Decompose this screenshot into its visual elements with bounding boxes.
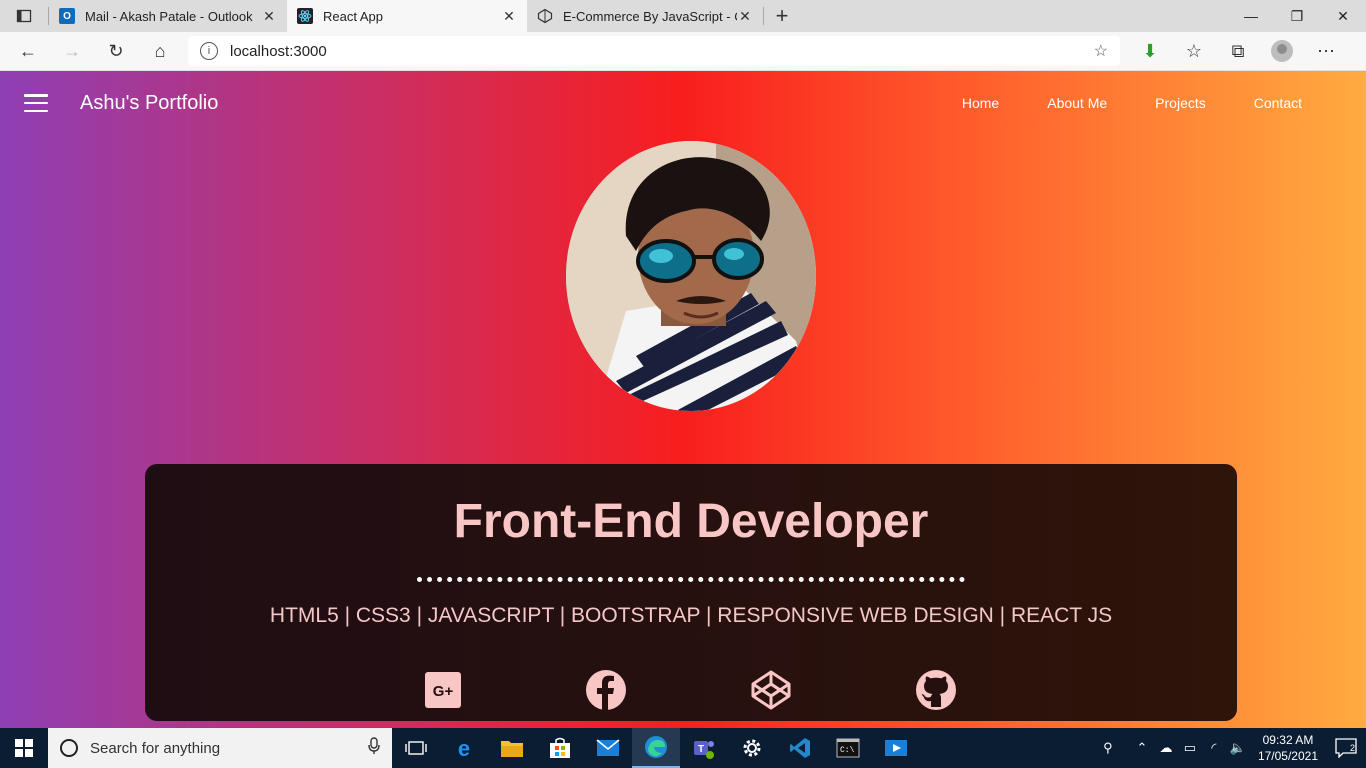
svg-text:T: T bbox=[698, 744, 704, 755]
nav-home[interactable]: Home bbox=[962, 95, 999, 111]
browser-tab-strip: O Mail - Akash Patale - Outlook ✕ React … bbox=[0, 0, 1366, 32]
nav-about-me[interactable]: About Me bbox=[1047, 95, 1107, 111]
window-controls: — ❐ ✕ bbox=[1228, 0, 1366, 32]
skills-list: HTML5 | CSS3 | JAVASCRIPT | BOOTSTRAP | … bbox=[269, 604, 1113, 627]
collections-icon[interactable]: ⧉ bbox=[1216, 35, 1260, 67]
edge-browser-icon[interactable] bbox=[632, 728, 680, 768]
back-icon[interactable]: ← bbox=[6, 35, 50, 67]
mail-icon[interactable] bbox=[584, 728, 632, 768]
tab-actions-icon[interactable] bbox=[0, 0, 48, 32]
cortana-icon bbox=[60, 739, 78, 757]
hamburger-menu-icon[interactable] bbox=[24, 94, 48, 112]
minimize-icon[interactable]: — bbox=[1228, 0, 1274, 32]
toolbar-right: ⬇ ☆ ⧉ ⋯ bbox=[1128, 35, 1348, 67]
svg-text:G+: G+ bbox=[433, 683, 454, 700]
headline: Front-End Developer bbox=[453, 495, 929, 548]
svg-text:e: e bbox=[458, 736, 470, 760]
teams-icon[interactable]: T bbox=[680, 728, 728, 768]
home-icon[interactable]: ⌂ bbox=[138, 35, 182, 67]
nav-contact[interactable]: Contact bbox=[1254, 95, 1302, 111]
nav-links: Home About Me Projects Contact bbox=[914, 95, 1302, 111]
close-window-icon[interactable]: ✕ bbox=[1320, 0, 1366, 32]
network-icon[interactable]: ◜ bbox=[1202, 740, 1226, 756]
codepen-icon[interactable] bbox=[751, 670, 791, 710]
hero-card: Front-End Developer HTML5 | CSS3 | JAVAS… bbox=[145, 464, 1237, 721]
close-icon[interactable]: ✕ bbox=[501, 8, 517, 25]
outlook-icon: O bbox=[59, 8, 75, 24]
tab-codepen[interactable]: E-Commerce By JavaScript - Cod ✕ bbox=[527, 0, 763, 32]
battery-icon[interactable]: ▭ bbox=[1178, 740, 1202, 756]
social-links: G+ bbox=[145, 670, 1237, 714]
show-hidden-icons-icon[interactable]: ⌃ bbox=[1130, 740, 1154, 756]
task-view-icon[interactable] bbox=[392, 728, 440, 768]
site-navbar: Ashu's Portfolio Home About Me Projects … bbox=[0, 71, 1366, 135]
vscode-icon[interactable] bbox=[776, 728, 824, 768]
facebook-icon[interactable] bbox=[586, 670, 626, 710]
notification-count: 2 bbox=[1350, 743, 1355, 753]
terminal-icon[interactable]: C:\ bbox=[824, 728, 872, 768]
url-text[interactable]: localhost:3000 bbox=[230, 43, 1094, 60]
refresh-icon[interactable]: ↻ bbox=[94, 35, 138, 67]
volume-icon[interactable]: 🔈 bbox=[1226, 740, 1250, 756]
download-icon[interactable]: ⬇ bbox=[1128, 35, 1172, 67]
tab-react-app[interactable]: React App ✕ bbox=[287, 0, 527, 32]
close-icon[interactable]: ✕ bbox=[261, 8, 277, 25]
windows-start-icon[interactable] bbox=[0, 728, 48, 768]
onedrive-icon[interactable]: ☁ bbox=[1154, 740, 1178, 756]
react-icon bbox=[297, 8, 313, 24]
system-tray: ⚲ ⌃ ☁ ▭ ◜ 🔈 09:32 AM 17/05/2021 2 bbox=[1096, 728, 1366, 768]
people-icon[interactable]: ⚲ bbox=[1096, 740, 1120, 756]
dotted-divider bbox=[417, 577, 965, 582]
clock-date: 17/05/2021 bbox=[1257, 749, 1318, 763]
search-placeholder: Search for anything bbox=[90, 739, 221, 757]
tab-title: React App bbox=[323, 8, 383, 24]
portfolio-page: Ashu's Portfolio Home About Me Projects … bbox=[0, 71, 1366, 728]
codepen-icon bbox=[537, 8, 553, 24]
new-tab-button[interactable]: + bbox=[764, 0, 800, 32]
file-explorer-icon[interactable] bbox=[488, 728, 536, 768]
profile-icon[interactable] bbox=[1260, 35, 1304, 67]
site-brand[interactable]: Ashu's Portfolio bbox=[80, 92, 218, 115]
video-player-icon[interactable] bbox=[872, 728, 920, 768]
settings-icon[interactable] bbox=[728, 728, 776, 768]
github-icon[interactable] bbox=[916, 670, 956, 710]
store-icon[interactable] bbox=[536, 728, 584, 768]
close-icon[interactable]: ✕ bbox=[737, 8, 753, 25]
address-bar[interactable]: i localhost:3000 ☆ bbox=[188, 36, 1120, 66]
clock[interactable]: 09:32 AM 17/05/2021 bbox=[1258, 732, 1318, 764]
more-options-icon[interactable]: ⋯ bbox=[1304, 35, 1348, 67]
browser-toolbar: ← → ↻ ⌂ i localhost:3000 ☆ ⬇ ☆ ⧉ ⋯ bbox=[0, 32, 1366, 71]
windows-taskbar: Search for anything e T C:\ ⚲ ⌃ ☁ ▭ ◜ 🔈 … bbox=[0, 728, 1366, 768]
forward-icon[interactable]: → bbox=[50, 35, 94, 67]
svg-text:C:\: C:\ bbox=[840, 746, 855, 755]
tab-title: Mail - Akash Patale - Outlook bbox=[85, 8, 253, 24]
taskbar-apps: e T C:\ bbox=[392, 728, 920, 768]
taskbar-search-box[interactable]: Search for anything bbox=[48, 728, 392, 768]
notifications-icon[interactable]: 2 bbox=[1326, 728, 1366, 768]
tab-outlook[interactable]: O Mail - Akash Patale - Outlook ✕ bbox=[49, 0, 287, 32]
microphone-icon[interactable] bbox=[368, 737, 380, 759]
google-plus-icon[interactable]: G+ bbox=[423, 670, 463, 710]
clock-time: 09:32 AM bbox=[1262, 733, 1314, 747]
site-info-icon[interactable]: i bbox=[200, 42, 218, 60]
tab-title: E-Commerce By JavaScript - Cod bbox=[563, 8, 737, 24]
nav-projects[interactable]: Projects bbox=[1155, 95, 1206, 111]
profile-photo bbox=[566, 141, 816, 411]
add-favorite-icon[interactable]: ☆ bbox=[1094, 41, 1108, 61]
favorites-icon[interactable]: ☆ bbox=[1172, 35, 1216, 67]
restore-icon[interactable]: ❐ bbox=[1274, 0, 1320, 32]
edge-legacy-icon[interactable]: e bbox=[440, 728, 488, 768]
